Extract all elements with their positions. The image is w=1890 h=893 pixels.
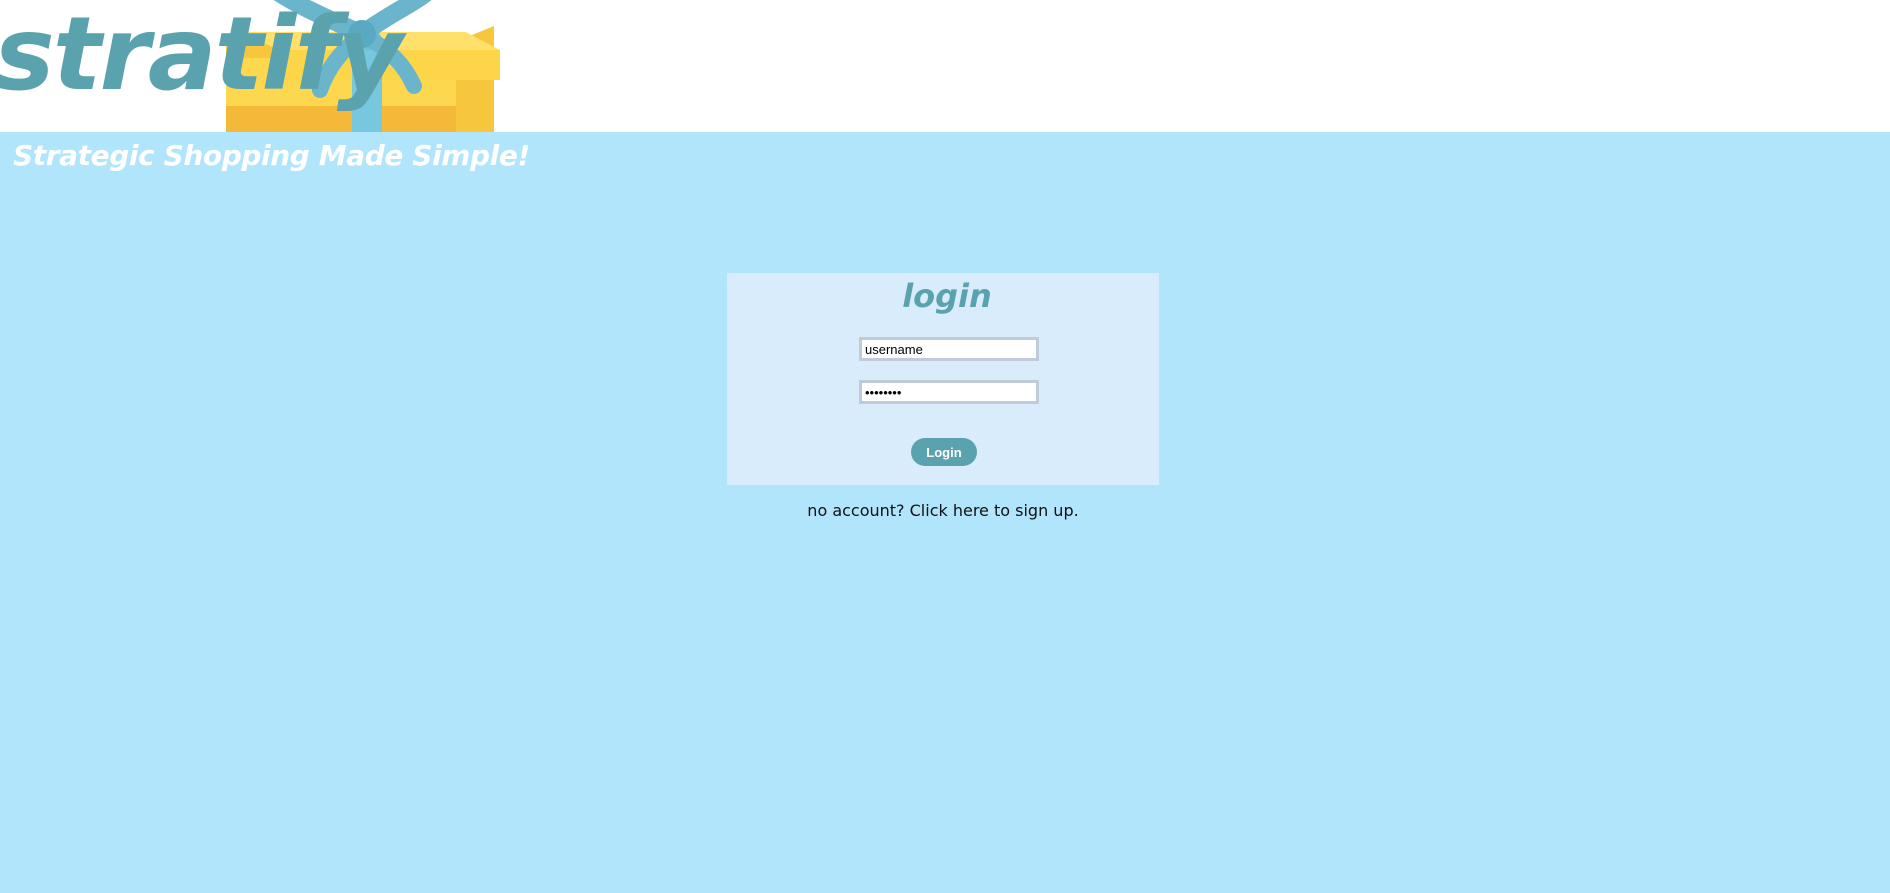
login-panel: login Login <box>727 273 1159 485</box>
brand-wordmark: stratify <box>0 0 403 114</box>
login-button[interactable]: Login <box>911 438 977 466</box>
tagline: Strategic Shopping Made Simple! <box>13 139 530 172</box>
site-header: stratify <box>0 0 1890 132</box>
password-input[interactable] <box>859 380 1039 404</box>
username-input[interactable] <box>859 337 1039 361</box>
login-title: login <box>902 277 992 315</box>
signup-link[interactable]: no account? Click here to sign up. <box>727 501 1159 520</box>
